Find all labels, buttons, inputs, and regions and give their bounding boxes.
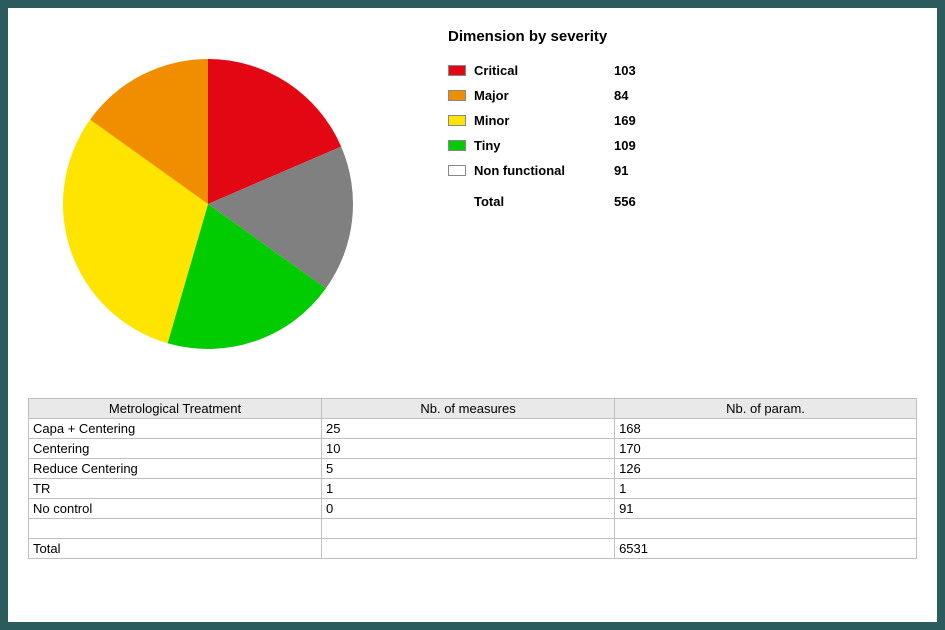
table-cell bbox=[615, 519, 917, 539]
legend-value: 109 bbox=[614, 138, 674, 153]
legend-rows: Critical103Major84Minor169Tiny109Non fun… bbox=[448, 63, 674, 178]
legend-label: Minor bbox=[474, 113, 614, 128]
table-row bbox=[29, 519, 917, 539]
table-cell bbox=[29, 519, 322, 539]
table-cell: 170 bbox=[615, 439, 917, 459]
legend-label: Critical bbox=[474, 63, 614, 78]
table-cell: Reduce Centering bbox=[29, 459, 322, 479]
table-cell bbox=[322, 519, 615, 539]
legend-value: 84 bbox=[614, 88, 674, 103]
legend-total-row: Total 556 bbox=[448, 194, 674, 209]
table-header-row: Metrological Treatment Nb. of measures N… bbox=[29, 399, 917, 419]
chart-title: Dimension by severity bbox=[448, 28, 674, 45]
table-row: Capa + Centering25168 bbox=[29, 419, 917, 439]
table-cell: Capa + Centering bbox=[29, 419, 322, 439]
col-header-treatment: Metrological Treatment bbox=[29, 399, 322, 419]
legend-label: Major bbox=[474, 88, 614, 103]
table-cell: 91 bbox=[615, 499, 917, 519]
legend-row-minor: Minor169 bbox=[448, 113, 674, 128]
table-cell: 0 bbox=[322, 499, 615, 519]
table-cell: 25 bbox=[322, 419, 615, 439]
legend-total-value: 556 bbox=[614, 194, 674, 209]
col-header-measures: Nb. of measures bbox=[322, 399, 615, 419]
legend-row-non-functional: Non functional91 bbox=[448, 163, 674, 178]
table-cell: Total bbox=[29, 539, 322, 559]
legend-swatch bbox=[448, 65, 466, 76]
legend-value: 91 bbox=[614, 163, 674, 178]
metrology-table: Metrological Treatment Nb. of measures N… bbox=[28, 398, 917, 559]
legend-swatch bbox=[448, 165, 466, 176]
table-cell: 126 bbox=[615, 459, 917, 479]
table-row: Reduce Centering5126 bbox=[29, 459, 917, 479]
legend-total-label: Total bbox=[474, 194, 614, 209]
table-cell bbox=[322, 539, 615, 559]
table-row: Total 6531 bbox=[29, 539, 917, 559]
pie-container bbox=[28, 24, 428, 354]
legend-value: 169 bbox=[614, 113, 674, 128]
table-cell: 168 bbox=[615, 419, 917, 439]
app-frame: Dimension by severity Critical103Major84… bbox=[0, 0, 945, 630]
legend-swatch bbox=[448, 90, 466, 101]
legend-row-tiny: Tiny109 bbox=[448, 138, 674, 153]
table-cell: 1 bbox=[322, 479, 615, 499]
table-cell: 6531 bbox=[615, 539, 917, 559]
table-body: Capa + Centering25168Centering10170Reduc… bbox=[29, 419, 917, 559]
table-cell: No control bbox=[29, 499, 322, 519]
legend-row-critical: Critical103 bbox=[448, 63, 674, 78]
table-row: TR11 bbox=[29, 479, 917, 499]
table-row: No control091 bbox=[29, 499, 917, 519]
legend-value: 103 bbox=[614, 63, 674, 78]
table-cell: 10 bbox=[322, 439, 615, 459]
table-cell: Centering bbox=[29, 439, 322, 459]
legend-swatch bbox=[448, 140, 466, 151]
table-cell: 1 bbox=[615, 479, 917, 499]
legend-label: Tiny bbox=[474, 138, 614, 153]
table-cell: 5 bbox=[322, 459, 615, 479]
legend: Dimension by severity Critical103Major84… bbox=[428, 24, 674, 219]
table-cell: TR bbox=[29, 479, 322, 499]
legend-row-major: Major84 bbox=[448, 88, 674, 103]
chart-area: Dimension by severity Critical103Major84… bbox=[28, 24, 917, 354]
table-row: Centering10170 bbox=[29, 439, 917, 459]
col-header-params: Nb. of param. bbox=[615, 399, 917, 419]
legend-swatch bbox=[448, 115, 466, 126]
legend-label: Non functional bbox=[474, 163, 614, 178]
pie-chart bbox=[58, 54, 358, 354]
